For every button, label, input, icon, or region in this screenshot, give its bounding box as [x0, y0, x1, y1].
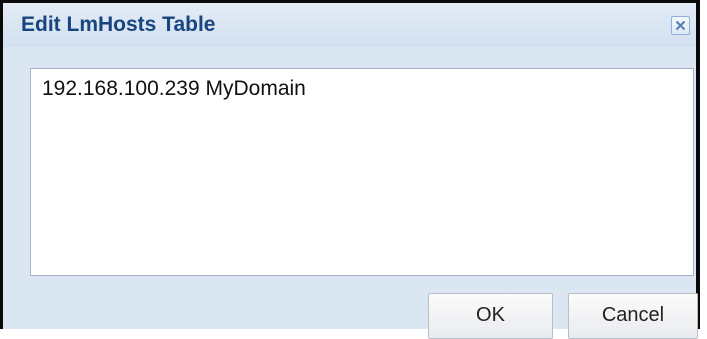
dialog-titlebar: Edit LmHosts Table	[3, 3, 696, 47]
dialog-title: Edit LmHosts Table	[21, 13, 216, 36]
lmhosts-textarea[interactable]: 192.168.100.239 MyDomain	[30, 68, 694, 276]
ok-button[interactable]: OK	[428, 293, 553, 339]
cancel-button[interactable]: Cancel	[568, 293, 698, 339]
lmhosts-entry-text: 192.168.100.239 MyDomain	[42, 77, 306, 100]
close-icon	[675, 20, 686, 31]
close-button[interactable]	[671, 16, 690, 35]
edit-lmhosts-dialog: Edit LmHosts Table 192.168.100.239 MyDom…	[0, 0, 700, 339]
